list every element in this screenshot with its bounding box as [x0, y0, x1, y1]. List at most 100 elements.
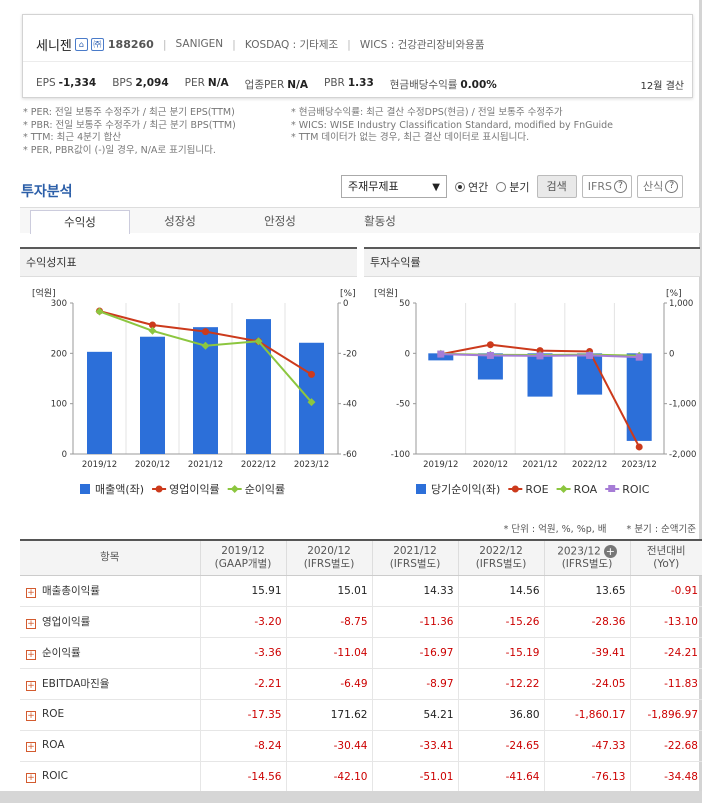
left-tick-label: -50 — [396, 400, 410, 410]
table-cell: 15.91 — [199, 575, 286, 607]
expand-icon[interactable]: + — [26, 619, 36, 629]
right-axis-unit: [%] — [340, 289, 356, 299]
bar — [577, 353, 603, 395]
table-cell: 14.56 — [457, 575, 544, 607]
series-point — [536, 352, 544, 360]
chevron-down-icon: ▼ — [432, 182, 440, 193]
table-cell: -15.26 — [457, 606, 544, 638]
english-name: SANIGEN — [175, 38, 224, 50]
bar — [140, 336, 165, 454]
right-tick-label: 0 — [669, 349, 674, 359]
ifrs-help-button[interactable]: IFRS? — [581, 175, 632, 198]
formula-help-button[interactable]: 산식? — [636, 175, 684, 198]
table-cell: -1,860.17 — [543, 699, 630, 731]
table-cell: -16.97 — [371, 637, 458, 669]
home-icon[interactable]: ⌂ — [74, 37, 88, 51]
x-tick-label: 2023/12 — [294, 460, 329, 470]
search-button[interactable]: 검색 — [536, 175, 577, 198]
x-tick-label: 2019/12 — [82, 460, 117, 470]
analysis-controls: 주재무제표 ▼ 연간 분기 검색 IFRS? 산식? — [341, 175, 684, 198]
row-label[interactable]: + 영업이익률 — [20, 606, 200, 638]
right-tick-label: -20 — [343, 349, 357, 359]
row-label[interactable]: + EBITDA마진율 — [20, 668, 200, 700]
header-period: 전년대비 (YoY) — [629, 539, 702, 576]
right-tick-label: -2,000 — [669, 450, 696, 460]
series-point — [437, 350, 445, 358]
table-row[interactable]: + ROA -8.24 -30.44 -33.41 -24.65 -47.33 -22.68 — [20, 730, 702, 762]
bottom-edge — [0, 791, 702, 803]
tab-stability[interactable]: 안정성 — [230, 210, 330, 234]
expand-icon[interactable]: + — [26, 650, 36, 660]
expand-plus-icon[interactable]: + — [603, 544, 617, 558]
expand-icon[interactable]: + — [26, 742, 36, 752]
series-point — [486, 351, 494, 359]
tab-growth[interactable]: 성장성 — [130, 210, 230, 234]
right-tick-label: 1,000 — [669, 299, 693, 309]
metric-eps: EPS -1,334 — [36, 77, 97, 89]
left-axis-unit: [억원] — [32, 287, 56, 299]
header-period: 2020/12 (IFRS별도) — [285, 539, 372, 576]
series-point — [635, 443, 643, 451]
expand-icon[interactable]: + — [26, 773, 36, 783]
row-label[interactable]: + ROE — [20, 699, 200, 731]
bar — [626, 353, 652, 441]
table-cell: -13.10 — [629, 606, 702, 638]
table-cell: 13.65 — [543, 575, 630, 607]
section-title: 투자분석 — [21, 184, 73, 200]
legend-label: 매출액(좌) — [95, 483, 144, 496]
table-cell: -8.24 — [199, 730, 286, 762]
legend-swatch — [230, 485, 239, 493]
table-row[interactable]: + ROE -17.35 171.62 54.21 36.80 -1,860.17 -1,89… — [20, 699, 702, 731]
corp-icon[interactable]: ㈜ — [90, 37, 104, 51]
left-tick-label: 300 — [51, 299, 67, 309]
company-name: 세니젠 — [36, 38, 72, 54]
row-label[interactable]: + 매출총이익률 — [20, 575, 200, 607]
left-tick-label: 0 — [405, 349, 410, 359]
x-tick-label: 2023/12 — [622, 460, 657, 470]
company-info-row: 세니젠 ⌂ ㈜ 188260 | SANIGEN | KOSDAQ : 기타제조… — [36, 35, 485, 54]
note: * WICS: WISE Industry Classification Sta… — [291, 119, 613, 131]
x-tick-label: 2022/12 — [241, 460, 276, 470]
expand-icon[interactable]: + — [26, 711, 36, 721]
statement-select[interactable]: 주재무제표 ▼ — [341, 175, 447, 198]
table-row[interactable]: + 매출총이익률 15.91 15.01 14.33 14.56 13.65 -0.91 — [20, 575, 702, 607]
right-tick-label: 0 — [343, 299, 348, 309]
table-cell: -8.75 — [285, 606, 372, 638]
radio-quarter[interactable]: 분기 — [496, 179, 530, 195]
row-label[interactable]: + ROA — [20, 730, 200, 762]
expand-icon[interactable]: + — [26, 681, 36, 691]
tab-activity[interactable]: 활동성 — [330, 210, 430, 234]
x-tick-label: 2022/12 — [572, 460, 607, 470]
table-cell: -2.21 — [199, 668, 286, 700]
left-panel-title: 수익성지표 — [20, 247, 357, 277]
table-cell: -0.91 — [629, 575, 702, 607]
table-row[interactable]: + 영업이익률 -3.20 -8.75 -11.36 -15.26 -28.36 -13.10 — [20, 606, 702, 638]
radio-dot-icon — [496, 181, 507, 192]
note: * TTM 데이터가 없는 경우, 최근 결산 데이터로 표시됩니다. — [291, 132, 530, 143]
table-row[interactable]: + 순이익률 -3.36 -11.04 -16.97 -15.19 -39.41 -24.21 — [20, 637, 702, 669]
legend-swatch — [416, 484, 426, 494]
legend-swatch — [155, 485, 163, 493]
row-label[interactable]: + 순이익률 — [20, 637, 200, 669]
right-tick-label: -1,000 — [669, 400, 696, 410]
metric-industry-per: 업종PER N/A — [244, 79, 308, 91]
note: * PER, PBR값이 (-)일 경우, N/A로 표기됩니다. — [23, 144, 216, 156]
tab-profitability[interactable]: 수익성 — [30, 210, 130, 234]
series-point — [486, 341, 494, 349]
table-cell: 15.01 — [285, 575, 372, 607]
metric-bps: BPS 2,094 — [112, 77, 169, 89]
radio-annual[interactable]: 연간 — [455, 179, 488, 195]
table-cell: -8.97 — [371, 668, 458, 700]
table-cell: -33.41 — [371, 730, 458, 762]
series-point — [308, 370, 315, 378]
table-cell: -47.33 — [543, 730, 630, 762]
legend-label: ROIC — [622, 483, 650, 496]
legend-label: 순이익률 — [245, 483, 285, 496]
table-cell: -24.21 — [629, 637, 702, 669]
table-row[interactable]: + ROIC -14.56 -42.10 -51.01 -41.64 -76.13 -34.4… — [20, 761, 702, 793]
table-row[interactable]: + EBITDA마진율 -2.21 -6.49 -8.97 -12.22 -24.05 -11… — [20, 668, 702, 700]
header-item: 항목 — [20, 539, 200, 576]
row-label[interactable]: + ROIC — [20, 761, 200, 793]
series-point — [635, 353, 643, 361]
expand-icon[interactable]: + — [26, 588, 36, 598]
